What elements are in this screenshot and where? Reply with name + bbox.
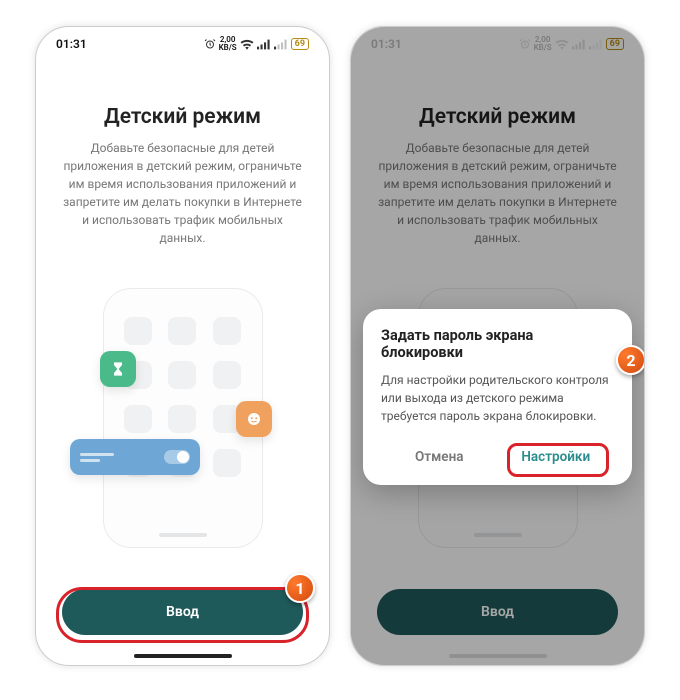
- page-description: Добавьте безопасные для детей приложения…: [351, 129, 644, 247]
- child-face-icon: [236, 401, 272, 437]
- signal-icon: [257, 39, 271, 50]
- alarm-icon: [519, 38, 531, 50]
- network-speed: 2,00KB/S: [534, 36, 552, 52]
- screenshot-step-2: 01:31 2,00KB/S 69 Детский режим Добавьте…: [350, 26, 645, 666]
- kids-mode-illustration: [36, 247, 329, 589]
- status-bar: 01:31 2,00KB/S 69: [36, 27, 329, 61]
- dialog-settings-button[interactable]: Настройки: [498, 439, 615, 475]
- page-title: Детский режим: [351, 105, 644, 129]
- annotation-badge-2: 2: [616, 345, 645, 375]
- battery-indicator: 69: [291, 38, 309, 50]
- enter-button[interactable]: Ввод: [377, 589, 618, 635]
- status-time: 01:31: [371, 37, 402, 51]
- signal-icon-2: [589, 39, 603, 50]
- battery-indicator: 69: [606, 38, 624, 50]
- home-indicator: [449, 654, 547, 658]
- lock-password-dialog: Задать пароль экрана блокировки Для наст…: [363, 309, 632, 485]
- dialog-cancel-button[interactable]: Отмена: [381, 439, 498, 475]
- home-indicator: [134, 654, 232, 658]
- page-description: Добавьте безопасные для детей приложения…: [36, 129, 329, 247]
- status-right: 2,00KB/S 69: [519, 36, 624, 52]
- signal-icon: [572, 39, 586, 50]
- wifi-icon: [240, 39, 254, 50]
- dialog-title: Задать пароль экрана блокировки: [381, 327, 614, 361]
- annotation-badge-1: 1: [285, 573, 315, 603]
- signal-icon-2: [274, 39, 288, 50]
- network-speed: 2,00KB/S: [219, 36, 237, 52]
- enter-button[interactable]: Ввод: [62, 589, 303, 635]
- status-time: 01:31: [56, 37, 87, 51]
- hourglass-icon: [100, 351, 136, 387]
- toggle-card-icon: [70, 439, 200, 475]
- status-right: 2,00KB/S 69: [204, 36, 309, 52]
- alarm-icon: [204, 38, 216, 50]
- wifi-icon: [555, 39, 569, 50]
- status-bar: 01:31 2,00KB/S 69: [351, 27, 644, 61]
- dialog-body: Для настройки родительского контроля или…: [381, 371, 614, 425]
- screenshot-step-1: 01:31 2,00KB/S 69 Детский режим Добавьте…: [35, 26, 330, 666]
- page-title: Детский режим: [36, 105, 329, 129]
